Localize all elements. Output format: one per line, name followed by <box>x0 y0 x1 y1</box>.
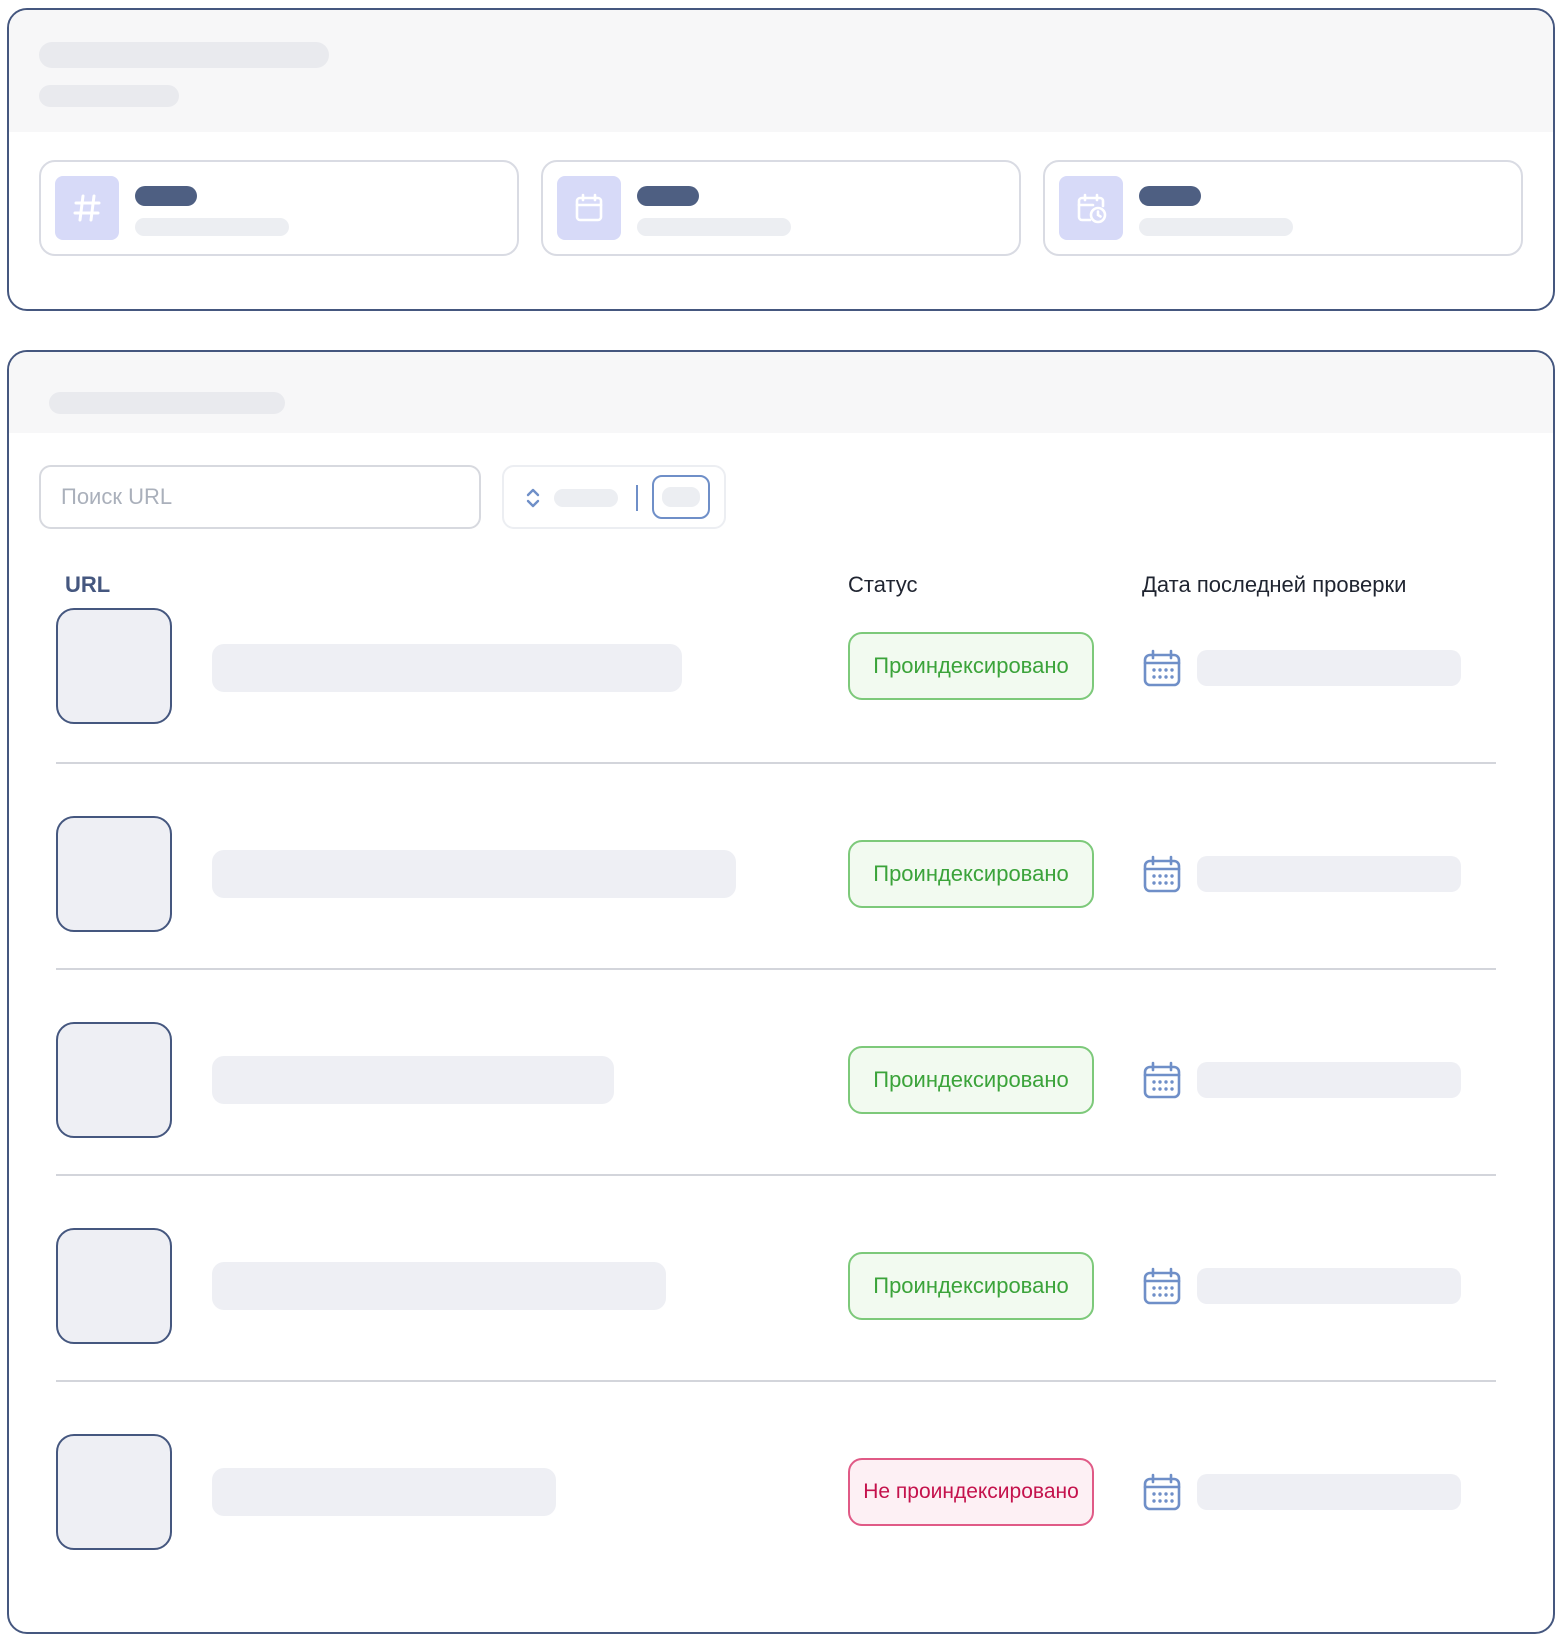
urls-table-card: URL Статус Дата последней проверки Проин… <box>7 350 1555 1634</box>
row-divider <box>56 1174 1496 1176</box>
date-placeholder <box>1197 1268 1461 1304</box>
sort-order-button[interactable] <box>652 475 710 519</box>
url-thumbnail <box>56 816 172 932</box>
row-divider <box>56 968 1496 970</box>
url-placeholder <box>212 1468 556 1516</box>
url-thumbnail <box>56 1022 172 1138</box>
url-thumbnail <box>56 1228 172 1344</box>
status-badge: Не проиндексировано <box>848 1458 1094 1526</box>
sort-arrows-icon[interactable] <box>524 485 542 511</box>
stat-value-placeholder <box>1139 186 1201 206</box>
stat-card-total <box>39 160 519 256</box>
sort-control[interactable] <box>502 465 726 529</box>
date-placeholder <box>1197 1474 1461 1510</box>
column-header-last-check[interactable]: Дата последней проверки <box>1142 572 1406 598</box>
table-title-placeholder <box>49 392 285 414</box>
sort-divider <box>636 485 638 511</box>
stat-value-placeholder <box>637 186 699 206</box>
stat-card-schedule <box>1043 160 1523 256</box>
calendar-icon <box>557 176 621 240</box>
table-row[interactable]: Проиндексировано <box>9 816 1553 936</box>
hash-icon <box>55 176 119 240</box>
row-divider <box>56 762 1496 764</box>
search-input[interactable] <box>39 465 481 529</box>
calendar-icon <box>1143 1473 1181 1511</box>
status-badge: Проиндексировано <box>848 840 1094 908</box>
summary-card <box>7 8 1555 311</box>
url-placeholder <box>212 644 682 692</box>
url-thumbnail <box>56 1434 172 1550</box>
date-placeholder <box>1197 1062 1461 1098</box>
stat-label-placeholder <box>135 218 289 236</box>
url-placeholder <box>212 1262 666 1310</box>
calendar-icon <box>1143 1061 1181 1099</box>
summary-header <box>9 10 1553 132</box>
calendar-clock-icon <box>1059 176 1123 240</box>
url-placeholder <box>212 1056 614 1104</box>
stat-card-date <box>541 160 1021 256</box>
sort-order-placeholder <box>662 487 700 507</box>
date-placeholder <box>1197 856 1461 892</box>
table-row[interactable]: Не проиндексировано <box>9 1434 1553 1554</box>
table-header-bar <box>9 352 1553 433</box>
column-header-url[interactable]: URL <box>65 572 110 598</box>
subtitle-placeholder <box>39 85 179 107</box>
sort-label-placeholder <box>554 489 618 507</box>
url-placeholder <box>212 850 736 898</box>
table-row[interactable]: Проиндексировано <box>9 1022 1553 1142</box>
title-placeholder <box>39 42 329 68</box>
date-placeholder <box>1197 650 1461 686</box>
stat-value-placeholder <box>135 186 197 206</box>
status-badge: Проиндексировано <box>848 1252 1094 1320</box>
status-badge: Проиндексировано <box>848 1046 1094 1114</box>
calendar-icon <box>1143 649 1181 687</box>
status-badge: Проиндексировано <box>848 632 1094 700</box>
table-row[interactable]: Проиндексировано <box>9 1228 1553 1348</box>
calendar-icon <box>1143 1267 1181 1305</box>
stat-label-placeholder <box>637 218 791 236</box>
calendar-icon <box>1143 855 1181 893</box>
url-thumbnail <box>56 608 172 724</box>
column-header-status[interactable]: Статус <box>848 572 918 598</box>
stat-label-placeholder <box>1139 218 1293 236</box>
table-row[interactable]: Проиндексировано <box>9 608 1553 728</box>
row-divider <box>56 1380 1496 1382</box>
